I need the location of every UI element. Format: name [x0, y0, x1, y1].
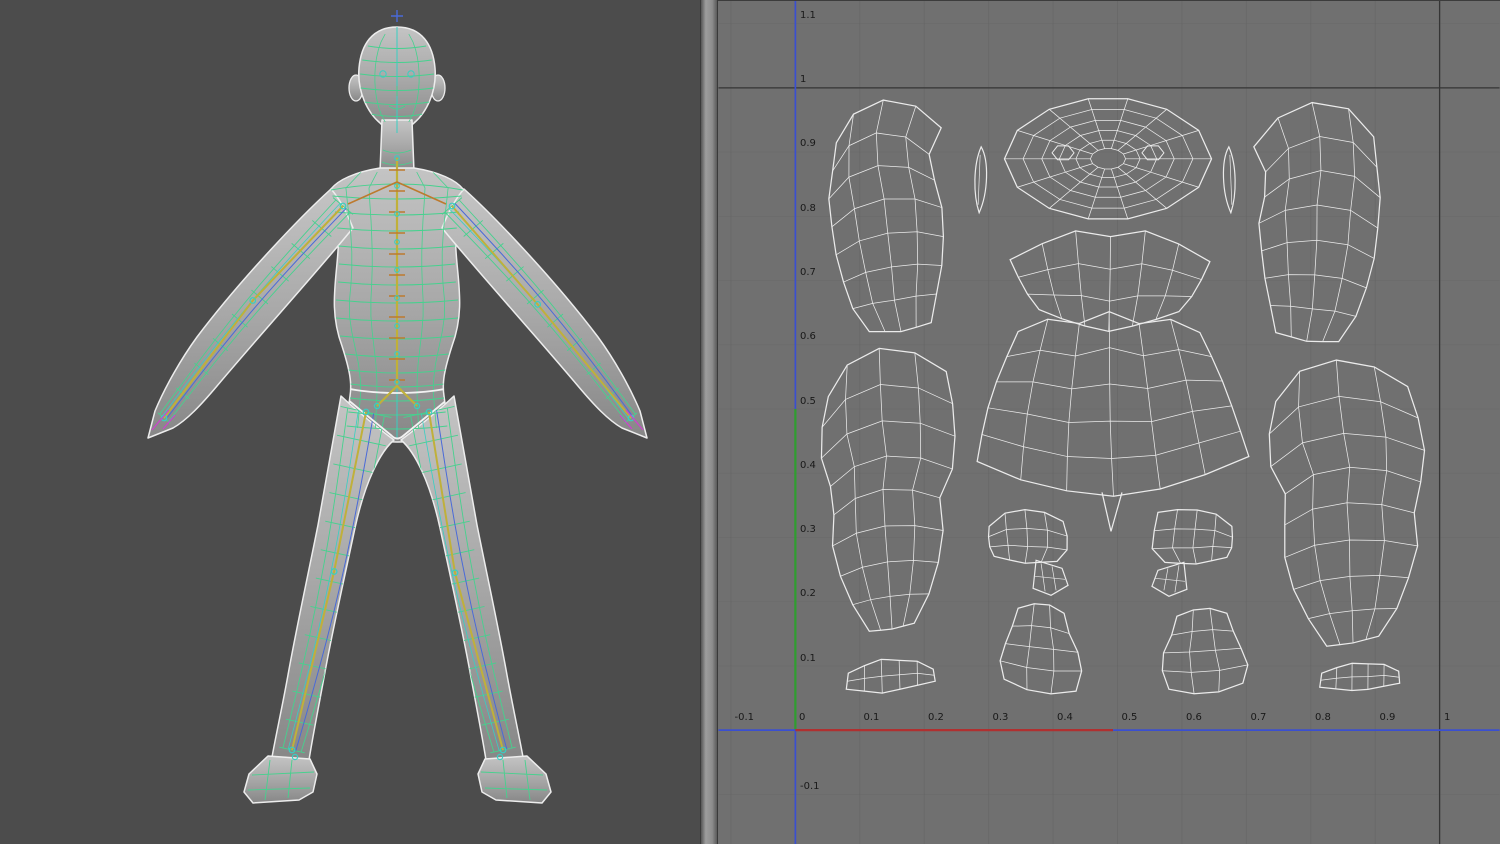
character-model-canvas[interactable] — [0, 0, 700, 844]
uv-island-sliver-right[interactable] — [1222, 145, 1236, 215]
body-part-legR — [400, 395, 524, 761]
uv-island-head[interactable] — [1003, 98, 1213, 220]
uv-island-strap-right[interactable] — [1319, 662, 1401, 692]
uv-island-arm-left[interactable] — [828, 99, 945, 333]
uv-island-leg-left[interactable] — [820, 347, 956, 632]
body-part-footL — [243, 755, 318, 804]
crown-joint-marker — [391, 10, 403, 22]
character-skeleton — [160, 155, 635, 761]
panel-splitter[interactable] — [700, 0, 718, 844]
uv-island-shoulders[interactable] — [1009, 230, 1211, 332]
uv-island-foot-right[interactable] — [1161, 607, 1249, 695]
uv-island-foot-left[interactable] — [999, 603, 1083, 695]
uv-island-arm-right[interactable] — [1253, 101, 1381, 343]
viewport-3d[interactable] — [0, 0, 700, 844]
application-window: -0.1 0 0.1 0.2 0.3 0.4 0.5 0.6 0.7 0.8 0.9 1 1.1 1 0.9… — [0, 0, 1500, 844]
body-part-footR — [477, 755, 552, 804]
uv-island-hand-left[interactable] — [987, 508, 1069, 596]
uv-islands — [820, 98, 1426, 695]
uv-axes — [718, 1, 1500, 844]
uv-editor-panel[interactable]: -0.1 0 0.1 0.2 0.3 0.4 0.5 0.6 0.7 0.8 0.9 1 1.1 1 0.9… — [718, 0, 1500, 844]
uv-island-sliver-left[interactable] — [974, 145, 988, 215]
uv-island-leg-right[interactable] — [1268, 359, 1426, 647]
uv-grid — [718, 1, 1500, 844]
uv-canvas[interactable] — [718, 1, 1500, 844]
uv-island-hand-right[interactable] — [1151, 508, 1234, 597]
